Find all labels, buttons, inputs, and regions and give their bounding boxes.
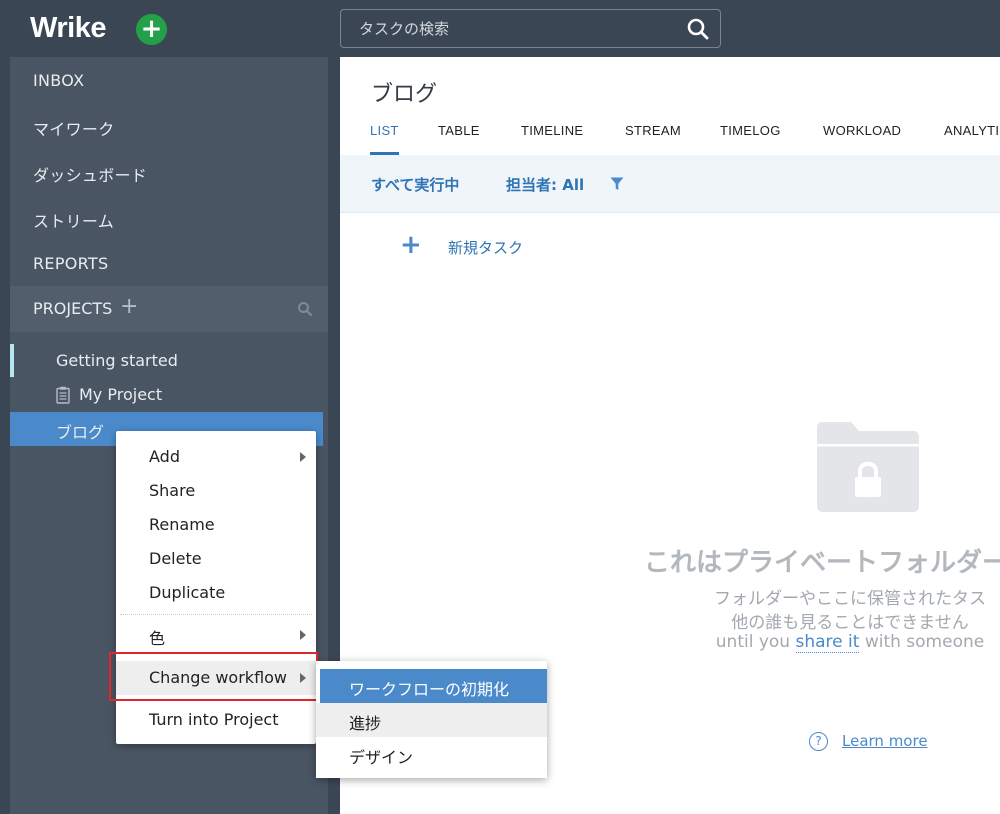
wrike-logo[interactable]: Wrike — [30, 12, 106, 45]
share-suffix-text: with someone — [859, 632, 985, 652]
search-projects-icon[interactable] — [297, 301, 313, 317]
workflow-item-label: デザイン — [349, 748, 414, 767]
highlight-outline — [109, 652, 318, 701]
menu-item-label: Share — [149, 481, 196, 500]
menu-item-turn-into-project[interactable]: Turn into Project — [116, 703, 316, 737]
tab-stream[interactable]: STREAM — [625, 123, 681, 138]
add-project-icon[interactable]: + — [120, 294, 138, 319]
menu-item-duplicate[interactable]: Duplicate — [116, 576, 316, 610]
tab-table[interactable]: TABLE — [438, 123, 480, 138]
search-box[interactable] — [340, 9, 721, 48]
menu-item-label: Delete — [149, 549, 202, 568]
share-prefix-text: until you — [715, 632, 796, 652]
menu-item-label: 色 — [149, 629, 166, 648]
page-title: ブログ — [371, 82, 438, 107]
workflow-item-label: 進捗 — [349, 714, 382, 733]
sidebar-item-dashboard[interactable]: ダッシュボード — [33, 162, 147, 186]
sidebar-item-reports[interactable]: REPORTS — [33, 254, 108, 273]
private-folder-heading: これはプライベートフォルダー — [644, 548, 1000, 578]
new-task-plus-icon[interactable]: + — [400, 232, 422, 258]
sidebar-item-my-work[interactable]: マイワーク — [33, 116, 115, 140]
filter-bar: すべて実行中 担当者: All — [340, 155, 1000, 213]
private-folder-icon — [817, 422, 919, 512]
submenu-arrow-icon — [300, 630, 306, 640]
tab-workload[interactable]: WORKLOAD — [823, 123, 901, 138]
menu-item-label: Add — [149, 447, 180, 466]
workflow-item-progress[interactable]: 進捗 — [316, 703, 547, 737]
menu-item-label: Duplicate — [149, 583, 226, 602]
projects-label[interactable]: PROJECTS — [33, 299, 112, 318]
menu-divider — [120, 614, 312, 615]
private-folder-desc-line2: 他の誰も見ることはできません — [731, 613, 969, 633]
view-tabs: LIST TABLE TIMELINE STREAM TIMELOG WORKL… — [340, 123, 1000, 155]
workflow-item-default[interactable]: ワークフローの初期化 — [320, 669, 547, 703]
tab-list[interactable]: LIST — [370, 123, 399, 138]
submenu-arrow-icon — [300, 452, 306, 462]
search-input[interactable] — [359, 18, 679, 40]
projects-header: PROJECTS + — [10, 286, 328, 332]
menu-item-share[interactable]: Share — [116, 474, 316, 508]
top-bar: Wrike + — [0, 0, 1000, 57]
add-button[interactable]: + — [136, 14, 167, 45]
menu-item-color[interactable]: 色 — [116, 618, 316, 652]
menu-item-label: Rename — [149, 515, 215, 534]
tree-item-getting-started[interactable]: Getting started — [10, 344, 328, 378]
tab-timeline[interactable]: TIMELINE — [521, 123, 583, 138]
menu-item-rename[interactable]: Rename — [116, 508, 316, 542]
private-folder-desc-line1: フォルダーやここに保管されたタス — [714, 589, 986, 609]
tab-timelog[interactable]: TIMELOG — [720, 123, 781, 138]
menu-item-label: Turn into Project — [149, 710, 279, 729]
clipboard-icon — [56, 386, 70, 404]
search-icon[interactable] — [687, 18, 709, 40]
workflow-item-label: ワークフローの初期化 — [349, 680, 510, 699]
tree-item-my-project[interactable]: My Project — [10, 378, 328, 412]
tree-item-label: Getting started — [56, 351, 178, 370]
status-filter[interactable]: すべて実行中 — [371, 174, 459, 195]
sidebar-item-inbox[interactable]: INBOX — [33, 71, 84, 90]
share-it-link[interactable]: share it — [795, 632, 860, 653]
menu-item-delete[interactable]: Delete — [116, 542, 316, 576]
workflow-submenu: ワークフローの初期化 進捗 デザイン — [316, 661, 547, 778]
filter-icon[interactable] — [610, 177, 624, 191]
tree-item-label: My Project — [79, 385, 163, 404]
tree-item-label: ブログ — [56, 423, 105, 442]
private-folder-desc-line3: until you share it with someone — [640, 632, 1000, 653]
help-icon[interactable]: ? — [809, 732, 828, 751]
assignee-filter[interactable]: 担当者: All — [506, 174, 584, 195]
menu-item-add[interactable]: Add — [116, 440, 316, 474]
sidebar-item-stream[interactable]: ストリーム — [33, 208, 114, 232]
learn-more-link[interactable]: Learn more — [842, 732, 928, 750]
workflow-item-design[interactable]: デザイン — [316, 737, 547, 771]
tab-analytics[interactable]: ANALYTI — [944, 123, 999, 138]
new-task-button[interactable]: 新規タスク — [448, 237, 523, 258]
